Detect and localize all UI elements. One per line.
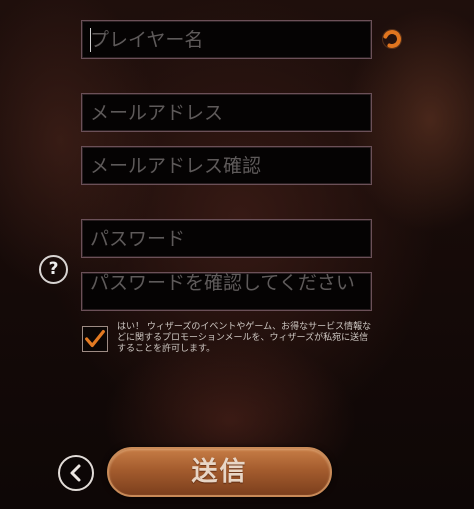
chevron-left-icon: [70, 464, 81, 482]
check-icon: [85, 330, 105, 348]
player-name-field[interactable]: プレイヤー名: [81, 20, 372, 59]
back-button[interactable]: [58, 455, 94, 491]
consent-checkbox[interactable]: [82, 326, 108, 352]
password-field[interactable]: パスワード: [81, 219, 372, 258]
email-confirm-field[interactable]: メールアドレス確認: [81, 146, 372, 185]
loading-spinner-icon: [382, 29, 402, 49]
question-mark-icon[interactable]: ?: [39, 255, 68, 284]
password-confirm-field[interactable]: パスワードを確認してください: [81, 272, 372, 311]
email-field[interactable]: メールアドレス: [81, 93, 372, 132]
text-caret: [90, 28, 91, 52]
submit-button[interactable]: 送信: [107, 447, 332, 497]
consent-text: はい！ ウィザーズのイベントやゲーム、お得なサービス情報などに関するプロモーショ…: [117, 322, 372, 354]
